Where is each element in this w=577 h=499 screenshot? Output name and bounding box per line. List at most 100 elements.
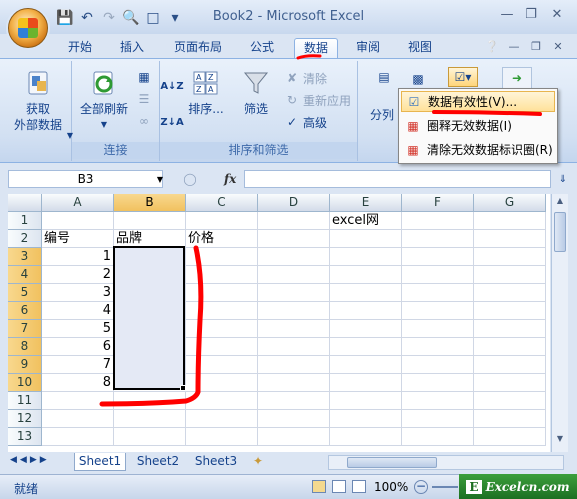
cell-g11[interactable] [474,392,546,410]
cell-e10[interactable] [330,374,402,392]
tab-view[interactable]: 视图 [400,38,440,58]
cell-f13[interactable] [402,428,474,446]
cell-g8[interactable] [474,338,546,356]
cell-c10[interactable] [186,374,258,392]
cell-g7[interactable] [474,320,546,338]
menu-data-validation[interactable]: ☑ 数据有效性(V)... [401,91,555,112]
outline-icon[interactable]: ➜ [502,67,532,89]
cell-g3[interactable] [474,248,546,266]
row-header-12[interactable]: 12 [8,410,42,428]
cell-f3[interactable] [402,248,474,266]
cell-c4[interactable] [186,266,258,284]
scroll-thumb[interactable] [554,212,566,252]
filter-button[interactable]: 筛选 [234,67,278,117]
cell-d7[interactable] [258,320,330,338]
menu-circle-invalid[interactable]: ▦ 圈释无效数据(I) [401,115,555,136]
cell-g9[interactable] [474,356,546,374]
column-header-d[interactable]: D [258,194,330,212]
cell-f10[interactable] [402,374,474,392]
close-icon[interactable]: ✕ [546,4,568,24]
zoom-out-icon[interactable]: − [414,480,428,494]
cell-b1[interactable] [114,212,186,230]
get-external-data-button[interactable]: 获取 外部数据 [8,67,68,133]
insert-sheet-icon[interactable]: ✦ [248,453,268,471]
vertical-scrollbar[interactable]: ▲ ▼ [551,194,568,452]
cell-a2[interactable]: 编号 [42,230,114,248]
cell-e4[interactable] [330,266,402,284]
tab-insert[interactable]: 插入 [112,38,152,58]
column-header-g[interactable]: G [474,194,546,212]
cell-g12[interactable] [474,410,546,428]
cell-e3[interactable] [330,248,402,266]
cell-g5[interactable] [474,284,546,302]
cell-e13[interactable] [330,428,402,446]
tab-home[interactable]: 开始 [60,38,100,58]
cell-c9[interactable] [186,356,258,374]
cell-e6[interactable] [330,302,402,320]
tab-review[interactable]: 审阅 [348,38,388,58]
cell-f12[interactable] [402,410,474,428]
sort-button[interactable]: AZZA 排序... [184,67,228,117]
page-break-view-icon[interactable] [352,480,366,493]
shapes-icon[interactable]: □ [144,9,162,27]
row-header-10[interactable]: 10 [8,374,42,392]
cell-f9[interactable] [402,356,474,374]
cell-d5[interactable] [258,284,330,302]
cell-c7[interactable] [186,320,258,338]
menu-clear-circles[interactable]: ▦ 清除无效数据标识圈(R) [401,139,555,160]
cell-d4[interactable] [258,266,330,284]
sheet-tab-1[interactable]: Sheet1 [74,453,126,471]
ribbon-minimize-icon[interactable]: — [506,40,522,54]
cell-d6[interactable] [258,302,330,320]
cell-f1[interactable] [402,212,474,230]
minimize-icon[interactable]: — [496,4,518,24]
cell-c12[interactable] [186,410,258,428]
cell-c5[interactable] [186,284,258,302]
select-all-corner[interactable] [8,194,42,212]
undo-icon[interactable]: ↶ [78,9,96,27]
redo-icon[interactable]: ↷ [100,9,118,27]
cell-a9[interactable]: 7 [42,356,114,374]
cell-g2[interactable] [474,230,546,248]
clear-button[interactable]: ✘ 清除 [284,69,327,87]
cell-c2[interactable]: 价格 [186,230,258,248]
row-header-2[interactable]: 2 [8,230,42,248]
print-preview-icon[interactable]: 🔍 [122,9,140,27]
cell-e12[interactable] [330,410,402,428]
cell-a3[interactable]: 1 [42,248,114,266]
cell-g13[interactable] [474,428,546,446]
cell-b11[interactable] [114,392,186,410]
restore-icon[interactable]: ❐ [520,4,542,24]
horizontal-scrollbar[interactable] [328,455,564,470]
worksheet-grid[interactable]: A B C D E F G 1 excel网 2 编号 品牌 价格 3 1 4 2 5 3 6 4 7 5 8 6 9 7 10 8 11… [8,194,550,452]
cell-f2[interactable] [402,230,474,248]
cell-a8[interactable]: 6 [42,338,114,356]
scroll-up-icon[interactable]: ▲ [554,196,566,210]
split-button[interactable]: 分列 [370,105,394,123]
cell-g1[interactable] [474,212,546,230]
cell-e7[interactable] [330,320,402,338]
row-header-9[interactable]: 9 [8,356,42,374]
cell-c6[interactable] [186,302,258,320]
cell-d11[interactable] [258,392,330,410]
selected-range-b3-b10[interactable] [113,246,185,390]
column-header-e[interactable]: E [330,194,402,212]
edit-links-icon[interactable]: ∞ [136,113,152,129]
cell-a6[interactable]: 4 [42,302,114,320]
reapply-button[interactable]: ↻ 重新应用 [284,91,351,109]
zoom-slider[interactable] [432,486,458,488]
page-layout-view-icon[interactable] [332,480,346,493]
cell-a13[interactable] [42,428,114,446]
remove-duplicates-icon[interactable]: ▩ [410,71,426,87]
cell-e11[interactable] [330,392,402,410]
cell-d8[interactable] [258,338,330,356]
sheet-nav-icons[interactable]: ◀◀▶▶ [10,455,50,465]
cell-d9[interactable] [258,356,330,374]
customize-qat-icon[interactable]: ▾ [166,9,184,27]
cell-a7[interactable]: 5 [42,320,114,338]
sort-descending-button[interactable]: Z↓A [160,113,183,131]
cell-c1[interactable] [186,212,258,230]
cell-b12[interactable] [114,410,186,428]
column-header-b[interactable]: B [114,194,186,212]
cell-f7[interactable] [402,320,474,338]
